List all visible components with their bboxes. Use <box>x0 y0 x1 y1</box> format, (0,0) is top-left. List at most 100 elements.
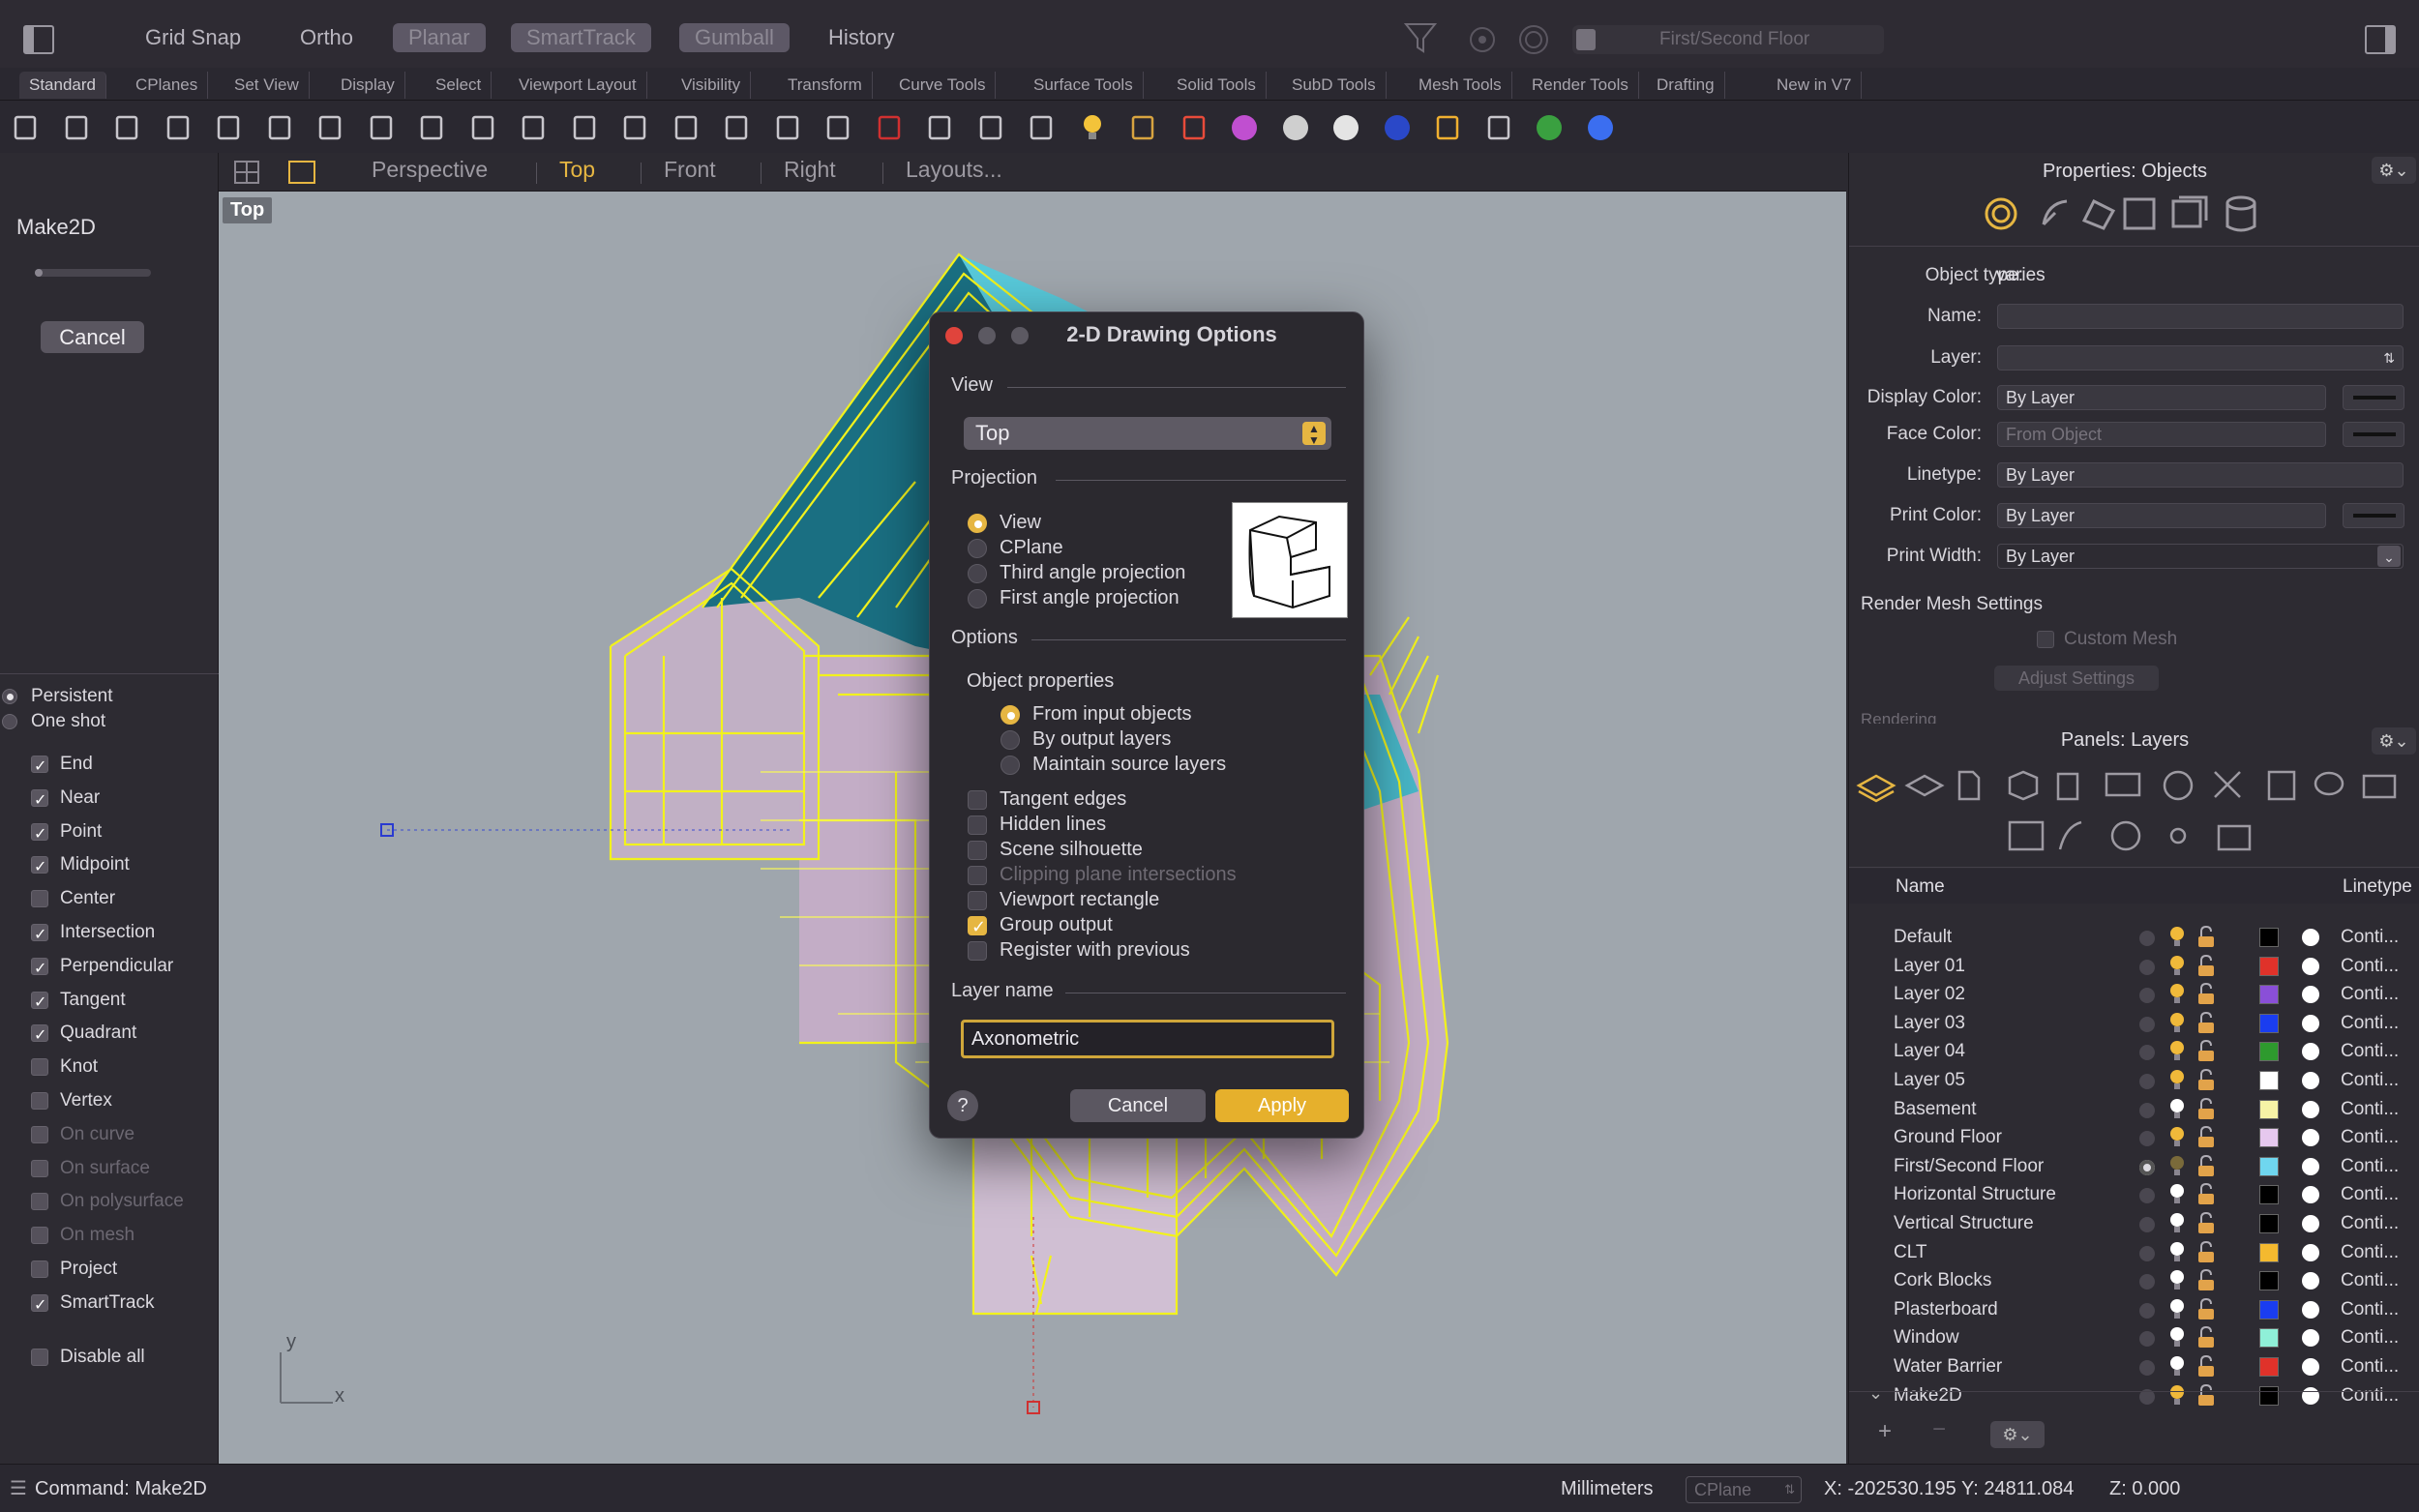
material-icon[interactable] <box>2302 986 2319 1004</box>
layer-linetype[interactable]: Conti... <box>2341 1299 2399 1320</box>
single-viewport-icon[interactable] <box>288 161 315 184</box>
viewport-layout-icon[interactable] <box>234 161 259 184</box>
layer-row[interactable]: CLT Conti... <box>1849 1238 2419 1266</box>
osnap-quadrant[interactable]: Quadrant <box>31 1020 136 1050</box>
paste-icon[interactable] <box>364 110 399 145</box>
print-color-swatch[interactable] <box>2343 503 2404 528</box>
projection-radio-view[interactable]: View <box>968 510 1041 535</box>
layer-linetype[interactable]: Conti... <box>2341 1184 2399 1205</box>
layer-linetype[interactable]: Conti... <box>2341 1013 2399 1034</box>
layer-linetype[interactable]: Conti... <box>2341 1127 2399 1148</box>
layer-linetype[interactable]: Conti... <box>2341 1356 2399 1378</box>
cut-icon[interactable] <box>262 110 297 145</box>
grid-snap-toggle[interactable]: Grid Snap <box>145 23 241 52</box>
add-layer-icon[interactable]: + <box>1878 1418 1892 1445</box>
rotate-icon[interactable] <box>770 110 805 145</box>
osnap-perpendicular[interactable]: Perpendicular <box>31 953 173 983</box>
lock-icon[interactable] <box>2195 983 2217 1011</box>
viewport-tab-front[interactable]: Front <box>664 157 716 183</box>
layer-color-swatch[interactable] <box>2259 1214 2279 1233</box>
current-layer-indicator[interactable] <box>2139 1217 2155 1232</box>
osnap-point[interactable]: Point <box>31 818 102 848</box>
layer-linetype[interactable]: Conti... <box>2341 1070 2399 1091</box>
tab-render-tools[interactable]: Render Tools <box>1522 72 1639 99</box>
material-icon[interactable] <box>2302 1186 2319 1204</box>
remove-layer-icon[interactable]: − <box>1932 1416 1946 1443</box>
new-file-icon[interactable] <box>8 110 43 145</box>
current-layer-indicator[interactable] <box>2139 1245 2155 1261</box>
lock-icon[interactable] <box>2195 1354 2217 1383</box>
lock-icon[interactable] <box>2195 1011 2217 1040</box>
current-layer-indicator[interactable] <box>2139 1274 2155 1290</box>
layer-linetype[interactable]: Conti... <box>2341 1385 2399 1407</box>
tab-select[interactable]: Select <box>426 72 493 99</box>
blue-sphere-icon[interactable] <box>1380 110 1415 145</box>
current-layer-indicator[interactable] <box>2139 1302 2155 1319</box>
layer-row[interactable]: Horizontal Structure Conti... <box>1849 1180 2419 1208</box>
print-icon[interactable] <box>161 110 195 145</box>
cplane-select[interactable]: CPlane ⇅ <box>1686 1476 1802 1503</box>
color-wheel-icon[interactable] <box>1227 110 1262 145</box>
lightbulb-icon[interactable] <box>2166 1182 2188 1211</box>
tab-drafting[interactable]: Drafting <box>1647 72 1725 99</box>
layer-row[interactable]: Default Conti... <box>1849 923 2419 951</box>
current-layer-indicator[interactable] <box>2139 1016 2155 1032</box>
layer-row[interactable]: Basement Conti... <box>1849 1095 2419 1123</box>
layer-row[interactable]: Layer 03 Conti... <box>1849 1009 2419 1037</box>
lightbulb-icon[interactable] <box>2166 1039 2188 1068</box>
osnap-end[interactable]: End <box>31 751 93 781</box>
projection-radio-cplane[interactable]: CPlane <box>968 535 1063 560</box>
layer-color-swatch[interactable] <box>2259 928 2279 947</box>
name-column-header[interactable]: Name <box>1896 876 1945 898</box>
layer-icon[interactable] <box>1177 110 1211 145</box>
current-layer-indicator[interactable] <box>2139 1331 2155 1348</box>
lightbulb-icon[interactable] <box>2166 982 2188 1011</box>
layer-linetype[interactable]: Conti... <box>2341 1327 2399 1349</box>
osnap-intersection[interactable]: Intersection <box>31 919 155 949</box>
lightbulb-icon[interactable] <box>2166 1297 2188 1326</box>
view-select[interactable]: Top ▲ ▼ <box>964 417 1331 450</box>
layer-row[interactable]: Plasterboard Conti... <box>1849 1295 2419 1323</box>
lock-icon[interactable] <box>2195 1097 2217 1126</box>
layer-color-swatch[interactable] <box>2259 1357 2279 1377</box>
zoom-icon[interactable] <box>567 110 602 145</box>
tab-subd-tools[interactable]: SubD Tools <box>1282 72 1387 99</box>
tab-solid-tools[interactable]: Solid Tools <box>1167 72 1267 99</box>
record-icon[interactable] <box>1517 23 1550 56</box>
lightbulb-icon[interactable] <box>2166 1068 2188 1097</box>
lightbulb-icon[interactable] <box>2166 1011 2188 1040</box>
sphere-icon[interactable] <box>1278 110 1313 145</box>
layer-color-swatch[interactable] <box>2259 1328 2279 1349</box>
persistent-radio[interactable]: Persistent <box>2 683 112 710</box>
osnap-center[interactable]: Center <box>31 885 115 912</box>
name-field[interactable] <box>1997 304 2404 329</box>
pan-hand-icon[interactable] <box>465 110 500 145</box>
tab-viewport-layout[interactable]: Viewport Layout <box>509 72 647 99</box>
material-icon[interactable] <box>2302 1358 2319 1376</box>
planar-toggle[interactable]: Planar <box>393 23 486 52</box>
layer-row[interactable]: Layer 02 Conti... <box>1849 980 2419 1008</box>
cancel-button[interactable]: Cancel <box>1070 1089 1206 1122</box>
panel-toggle-icon[interactable] <box>2365 25 2396 54</box>
zoom-selected-icon[interactable] <box>719 110 754 145</box>
open-folder-icon[interactable] <box>59 110 94 145</box>
dimension-icon[interactable] <box>1481 110 1516 145</box>
import-icon[interactable] <box>211 110 246 145</box>
layers-options-gear-icon[interactable]: ⚙⌄ <box>2372 727 2416 755</box>
list-icon[interactable]: ☰ <box>10 1465 27 1512</box>
checkbox-hidden-lines[interactable]: Hidden lines <box>968 812 1106 837</box>
property-page-icons[interactable] <box>1980 193 2260 234</box>
filter-icon[interactable] <box>1403 19 1438 56</box>
car-icon[interactable] <box>872 110 907 145</box>
points-icon[interactable] <box>1024 110 1059 145</box>
lightbulb-icon[interactable] <box>2166 1154 2188 1183</box>
cancel-command-button[interactable]: Cancel <box>41 321 144 353</box>
chevron-down-icon[interactable]: ⌄ <box>1868 1383 1883 1404</box>
layer-row[interactable]: Layer 04 Conti... <box>1849 1037 2419 1065</box>
target-icon[interactable] <box>1466 23 1499 56</box>
material-icon[interactable] <box>2302 1100 2319 1118</box>
layer-color-swatch[interactable] <box>2259 1013 2279 1033</box>
panel-options-gear-icon[interactable]: ⚙⌄ <box>2372 157 2416 184</box>
checkbox-group-output[interactable]: Group output <box>968 912 1113 939</box>
layer-color-swatch[interactable] <box>2259 1071 2279 1090</box>
